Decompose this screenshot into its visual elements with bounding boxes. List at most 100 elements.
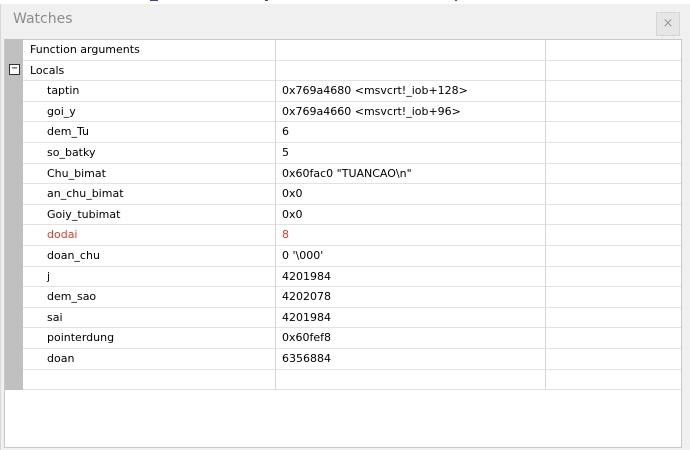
- extra-cell[interactable]: [546, 40, 681, 60]
- name-cell[interactable]: Locals: [23, 60, 276, 81]
- value-cell[interactable]: 8: [276, 225, 546, 246]
- name-cell[interactable]: doan_chu: [23, 245, 276, 266]
- name-cell[interactable]: an_chu_bimat: [23, 184, 276, 205]
- name-cell[interactable]: pointerdung: [23, 328, 276, 349]
- watch-row[interactable]: dem_Tu 6: [5, 121, 681, 143]
- variable-value: 8: [282, 228, 289, 242]
- watch-row[interactable]: [5, 368, 681, 391]
- watches-table: Function arguments − Locals taptin 0x769a468…: [4, 39, 682, 448]
- row-gutter: [5, 327, 23, 349]
- value-cell[interactable]: [276, 60, 546, 81]
- variable-value: 0x60fac0 "TUANCAO\n": [282, 166, 412, 180]
- value-cell[interactable]: 0x60fac0 "TUANCAO\n": [276, 163, 546, 184]
- extra-cell[interactable]: [546, 349, 681, 369]
- extra-cell[interactable]: [546, 287, 681, 307]
- name-cell[interactable]: Chu_bimat: [23, 163, 276, 184]
- variable-name: Chu_bimat: [47, 166, 106, 180]
- name-cell[interactable]: j: [23, 266, 276, 287]
- close-button[interactable]: ×: [656, 12, 680, 36]
- watch-row[interactable]: Chu_bimat 0x60fac0 "TUANCAO\n": [5, 162, 681, 185]
- variable-name: j: [47, 269, 51, 283]
- extra-cell[interactable]: [546, 205, 681, 225]
- row-gutter: [5, 224, 23, 246]
- variable-value: 0x0: [282, 207, 303, 221]
- extra-cell[interactable]: [546, 81, 681, 101]
- value-cell[interactable]: 4201984: [276, 307, 546, 328]
- variable-value: 0x769a4680 <msvcrt!_iob+128>: [282, 84, 468, 98]
- extra-cell[interactable]: [546, 143, 681, 163]
- name-cell[interactable]: dodai: [23, 225, 276, 246]
- watch-row[interactable]: goi_y 0x769a4660 <msvcrt!_iob+96>: [5, 100, 681, 123]
- value-cell[interactable]: 4201984: [276, 266, 546, 287]
- extra-cell[interactable]: [546, 102, 681, 122]
- extra-cell[interactable]: [546, 122, 681, 142]
- value-cell[interactable]: 0x769a4660 <msvcrt!_iob+96>: [276, 101, 546, 122]
- extra-cell[interactable]: [546, 370, 681, 390]
- name-cell[interactable]: Goiy_tubimat: [23, 204, 276, 225]
- variable-value: 4202078: [282, 290, 331, 304]
- extra-cell[interactable]: [546, 308, 681, 328]
- name-cell[interactable]: doan: [23, 348, 276, 369]
- watch-row[interactable]: dem_sao 4202078: [5, 286, 681, 308]
- watch-row[interactable]: − Locals: [5, 59, 681, 82]
- row-gutter: [5, 39, 23, 61]
- variable-name: doan: [47, 351, 75, 365]
- watch-row[interactable]: taptin 0x769a4680 <msvcrt!_iob+128>: [5, 80, 681, 102]
- watch-row[interactable]: pointerdung 0x60fef8: [5, 327, 681, 349]
- variable-value: 0x769a4660 <msvcrt!_iob+96>: [282, 104, 461, 118]
- variable-name: sai: [47, 310, 63, 324]
- name-cell[interactable]: dem_Tu: [23, 122, 276, 143]
- value-cell[interactable]: 0x769a4680 <msvcrt!_iob+128>: [276, 81, 546, 102]
- value-cell[interactable]: 4202078: [276, 287, 546, 308]
- row-gutter: [5, 162, 23, 185]
- value-cell[interactable]: 6: [276, 122, 546, 143]
- variable-name: doan_chu: [47, 248, 100, 262]
- value-cell[interactable]: 6356884: [276, 348, 546, 369]
- extra-cell[interactable]: [546, 184, 681, 204]
- watch-rows: Function arguments − Locals taptin 0x769a468…: [5, 39, 681, 391]
- name-cell[interactable]: taptin: [23, 81, 276, 102]
- variable-name: Locals: [30, 63, 65, 77]
- title-bar[interactable]: Watches ×: [1, 4, 690, 38]
- scrollbar[interactable]: [685, 39, 690, 448]
- value-cell[interactable]: 0 '\000': [276, 245, 546, 266]
- extra-cell[interactable]: [546, 267, 681, 287]
- variable-value: 0x60fef8: [282, 331, 332, 345]
- watch-row[interactable]: Function arguments: [5, 39, 681, 61]
- value-cell[interactable]: 5: [276, 142, 546, 163]
- watch-row[interactable]: j 4201984: [5, 265, 681, 288]
- row-gutter: [5, 80, 23, 102]
- value-cell[interactable]: [276, 369, 546, 390]
- watch-row[interactable]: doan_chu 0 '\000': [5, 244, 681, 267]
- variable-name: an_chu_bimat: [47, 187, 124, 201]
- extra-cell[interactable]: [546, 246, 681, 266]
- extra-cell[interactable]: [546, 328, 681, 348]
- variable-name: goi_y: [47, 104, 76, 118]
- watch-row[interactable]: dodai 8: [5, 224, 681, 246]
- row-gutter: [5, 203, 23, 226]
- watch-row[interactable]: so_batky 5: [5, 141, 681, 164]
- name-cell[interactable]: so_batky: [23, 142, 276, 163]
- name-cell[interactable]: [23, 369, 276, 390]
- watch-row[interactable]: an_chu_bimat 0x0: [5, 183, 681, 205]
- row-gutter: [5, 244, 23, 267]
- row-gutter: [5, 265, 23, 288]
- name-cell[interactable]: goi_y: [23, 101, 276, 122]
- extra-cell[interactable]: [546, 164, 681, 184]
- name-cell[interactable]: sai: [23, 307, 276, 328]
- row-gutter: [5, 121, 23, 143]
- value-cell[interactable]: 0x0: [276, 204, 546, 225]
- name-cell[interactable]: dem_sao: [23, 287, 276, 308]
- watch-row[interactable]: doan 6356884: [5, 347, 681, 370]
- name-cell[interactable]: Function arguments: [23, 40, 276, 60]
- watch-row[interactable]: Goiy_tubimat 0x0: [5, 203, 681, 226]
- value-cell[interactable]: 0x0: [276, 184, 546, 205]
- collapse-icon[interactable]: −: [9, 63, 20, 75]
- watch-row[interactable]: sai 4201984: [5, 306, 681, 329]
- row-gutter: [5, 100, 23, 123]
- extra-cell[interactable]: [546, 225, 681, 245]
- value-cell[interactable]: 0x60fef8: [276, 328, 546, 349]
- extra-cell[interactable]: [546, 61, 681, 81]
- row-gutter: [5, 141, 23, 164]
- value-cell[interactable]: [276, 40, 546, 60]
